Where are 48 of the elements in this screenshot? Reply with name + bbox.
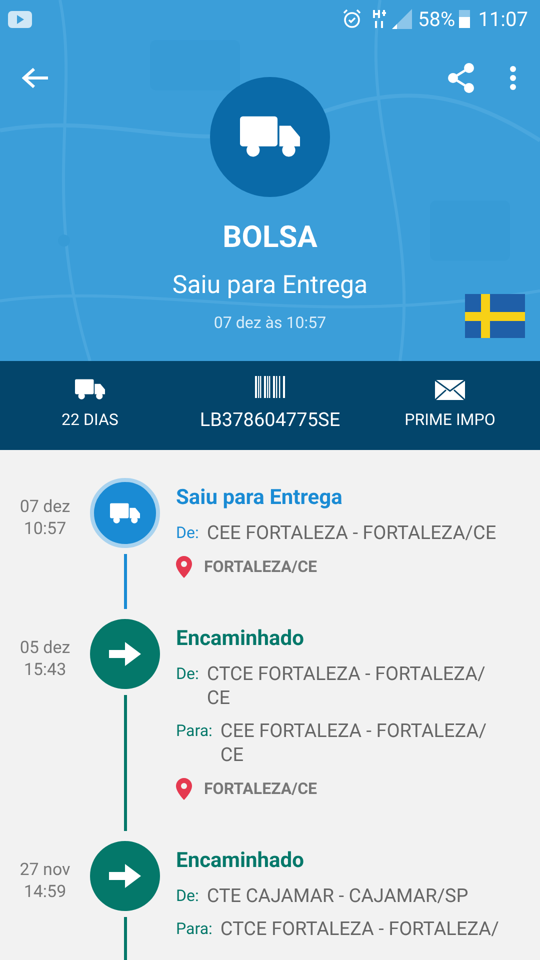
event-field-label: De:	[176, 885, 199, 907]
truck-icon	[75, 379, 105, 400]
event-date: 27 nov	[20, 859, 70, 881]
info-label: 22 DIAS	[62, 409, 118, 431]
event-field-value: CEE FORTALEZA - FORTALEZA/CE	[206, 521, 496, 545]
event-field-label: Para:	[176, 720, 212, 742]
barcode-icon	[254, 376, 286, 398]
event-field-value: CEE FORTALEZA - FORTALEZA/ CE	[220, 719, 487, 767]
battery-icon	[459, 10, 470, 28]
event-field-label: De:	[176, 522, 199, 544]
event-date: 07 dez	[20, 496, 70, 518]
status-date: 07 dez às 10:57	[214, 313, 326, 333]
package-status: Saiu para Entrega	[172, 271, 368, 301]
signal-icon	[392, 9, 412, 29]
event-field-value: CTCE FORTALEZA - FORTALEZA/ CE	[206, 662, 486, 710]
arrow-right-icon	[109, 642, 141, 666]
event-time: 15:43	[24, 659, 66, 681]
event-title: Encaminhado	[176, 848, 305, 875]
event-title: Encaminhado	[176, 626, 305, 653]
truck-icon	[110, 502, 140, 524]
sweden-flag-icon	[465, 294, 525, 338]
location-pin-icon	[176, 778, 192, 800]
event-field-label: De:	[176, 663, 199, 685]
event-time: 14:59	[24, 881, 66, 903]
package-title: BOLSA	[222, 221, 318, 255]
back-arrow-icon	[22, 67, 48, 89]
mobile-data-icon	[372, 9, 386, 29]
event-time: 10:57	[24, 518, 66, 540]
location-pin-icon	[176, 556, 192, 578]
envelope-icon	[435, 380, 465, 400]
share-icon	[447, 62, 475, 94]
battery-percent: 58%	[418, 6, 456, 33]
event-location: FORTALEZA/CE	[204, 778, 318, 800]
event-date: 05 dez	[20, 637, 70, 659]
more-options-icon	[510, 66, 516, 90]
event-field-value: CTE CAJAMAR - CAJAMAR/SP	[206, 884, 468, 908]
video-app-icon	[8, 10, 32, 28]
alarm-icon	[342, 9, 362, 29]
event-field-label: Para:	[176, 918, 212, 940]
arrow-right-icon	[109, 864, 141, 888]
event-location: FORTALEZA/CE	[204, 556, 318, 578]
truck-icon	[240, 116, 300, 158]
clock: 11:07	[478, 6, 528, 33]
share-button[interactable]	[446, 62, 476, 94]
event-title: Saiu para Entrega	[176, 485, 344, 512]
info-label: LB378604775SE	[200, 407, 340, 434]
event-field-value: CTCE FORTALEZA - FORTALEZA/	[220, 917, 499, 941]
info-label: PRIME IMPO	[404, 408, 496, 430]
